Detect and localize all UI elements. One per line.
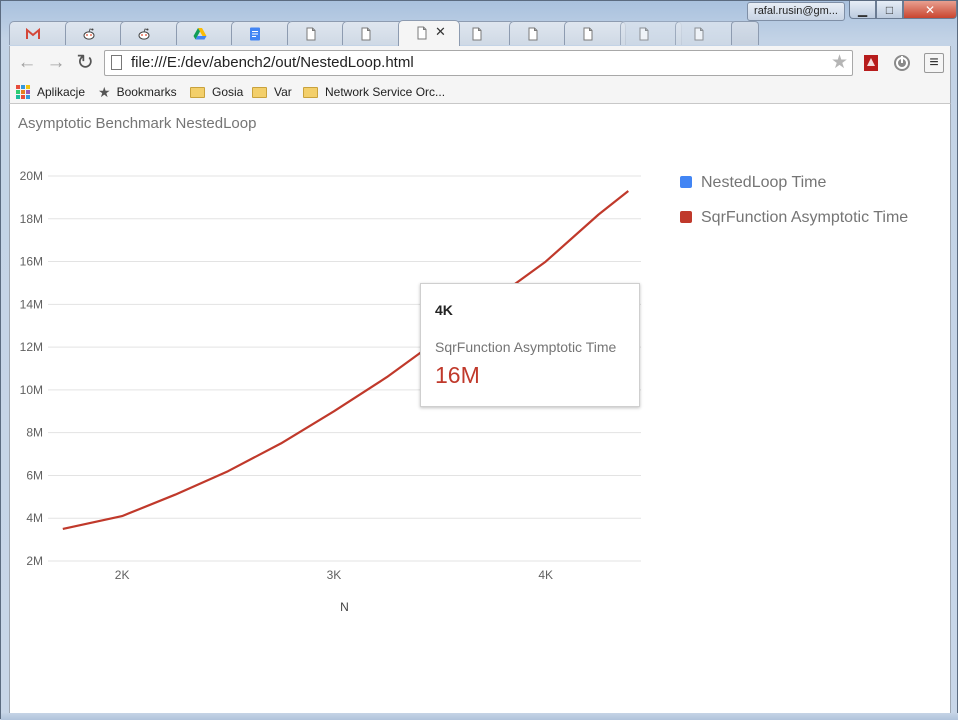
legend-label: SqrFunction Asymptotic Time bbox=[701, 209, 909, 226]
tab-strip: ✕ bbox=[9, 20, 809, 46]
x-tick-label: 4K bbox=[538, 568, 553, 582]
bookmark-label: Gosia bbox=[212, 85, 244, 99]
y-tick-label: 14M bbox=[20, 297, 43, 311]
profile-button[interactable]: rafal.rusin@gm... bbox=[747, 2, 845, 21]
browser-tab[interactable] bbox=[120, 21, 182, 45]
page-icon bbox=[111, 55, 122, 70]
browser-tab[interactable] bbox=[176, 21, 238, 45]
bookmark-folder[interactable]: Var bbox=[252, 83, 292, 101]
x-axis-title: N bbox=[340, 600, 349, 614]
page-icon bbox=[306, 27, 316, 41]
browser-tab[interactable] bbox=[342, 21, 404, 45]
tooltip-header: 4K bbox=[435, 302, 453, 318]
page-icon bbox=[528, 27, 538, 41]
chart-tooltip: 4K SqrFunction Asymptotic Time 16M bbox=[420, 283, 640, 407]
window-controls: ▁ □ ✕ bbox=[849, 1, 957, 20]
reload-button[interactable]: ↻ bbox=[74, 52, 96, 74]
legend-swatch bbox=[680, 211, 692, 223]
maximize-button[interactable]: □ bbox=[876, 1, 903, 19]
bookmarks-star-icon: ★ bbox=[98, 84, 111, 100]
reddit-icon bbox=[138, 28, 150, 40]
page-icon bbox=[583, 27, 593, 41]
y-tick-label: 2M bbox=[26, 554, 43, 568]
folder-icon bbox=[252, 86, 267, 98]
y-tick-label: 20M bbox=[20, 169, 43, 183]
bookmarks-bar: Aplikacje ★ Bookmarks Gosia Var Network … bbox=[9, 80, 951, 104]
minimize-button[interactable]: ▁ bbox=[849, 1, 876, 19]
power-extension-icon[interactable] bbox=[892, 53, 912, 73]
browser-window: rafal.rusin@gm... ▁ □ ✕ ✕ ← → ↻ file:///… bbox=[0, 0, 958, 720]
tab-active[interactable]: ✕ bbox=[398, 20, 460, 46]
browser-tab[interactable] bbox=[65, 21, 127, 45]
bookmark-label: Bookmarks bbox=[116, 85, 177, 99]
y-tick-label: 18M bbox=[20, 212, 43, 226]
x-tick-label: 3K bbox=[327, 568, 342, 582]
tooltip-value: 16M bbox=[435, 362, 480, 388]
folder-icon bbox=[303, 86, 318, 98]
bookmark-apps-label: Aplikacje bbox=[37, 85, 86, 99]
legend-label: NestedLoop Time bbox=[701, 174, 827, 191]
bookmark-label: Var bbox=[274, 85, 292, 99]
apps-grid-icon bbox=[16, 85, 30, 99]
page-icon bbox=[694, 27, 704, 41]
bookmark-item[interactable]: ★ Bookmarks bbox=[98, 83, 177, 101]
browser-tab[interactable] bbox=[620, 21, 682, 45]
y-tick-label: 10M bbox=[20, 383, 43, 397]
page-icon bbox=[361, 27, 371, 41]
browser-tab[interactable] bbox=[453, 21, 515, 45]
tooltip-series-label: SqrFunction Asymptotic Time bbox=[435, 339, 617, 355]
reddit-icon bbox=[83, 28, 95, 40]
browser-tab[interactable] bbox=[287, 21, 349, 45]
y-tick-label: 8M bbox=[26, 426, 43, 440]
line-chart: 2M 4M 6M 8M 10M 12M 14M 16M 18M 20M 2K 3K 4K N bbox=[20, 169, 641, 614]
forward-button[interactable]: → bbox=[45, 52, 67, 74]
pdf-extension-icon[interactable] bbox=[861, 53, 881, 73]
y-tick-label: 4M bbox=[26, 511, 43, 525]
y-tick-label: 6M bbox=[26, 468, 43, 482]
menu-icon[interactable]: ≡ bbox=[924, 53, 944, 73]
docs-icon bbox=[250, 27, 260, 41]
url-text[interactable]: file:///E:/dev/abench2/out/NestedLoop.ht… bbox=[131, 54, 414, 71]
page-icon bbox=[472, 27, 482, 41]
browser-tab[interactable] bbox=[231, 21, 293, 45]
toolbar: ← → ↻ file:///E:/dev/abench2/out/NestedL… bbox=[9, 46, 951, 80]
back-button[interactable]: ← bbox=[16, 52, 38, 74]
close-tab-icon[interactable]: ✕ bbox=[435, 24, 446, 40]
address-bar[interactable]: file:///E:/dev/abench2/out/NestedLoop.ht… bbox=[104, 50, 853, 76]
x-tick-label: 2K bbox=[115, 568, 130, 582]
gmail-icon bbox=[26, 27, 40, 39]
bookmark-folder[interactable]: Network Service Orc... bbox=[303, 83, 445, 101]
y-tick-label: 16M bbox=[20, 255, 43, 269]
bookmark-label: Network Service Orc... bbox=[325, 85, 446, 99]
drive-icon bbox=[193, 28, 207, 40]
browser-tab[interactable] bbox=[675, 21, 737, 45]
page-icon bbox=[639, 27, 649, 41]
browser-tab[interactable] bbox=[509, 21, 571, 45]
y-tick-label: 12M bbox=[20, 340, 43, 354]
page-content: Asymptotic Benchmark NestedLoop 2M 4M 6M 8M… bbox=[9, 104, 951, 713]
page-icon bbox=[417, 26, 427, 40]
folder-icon bbox=[190, 86, 205, 98]
new-tab-button[interactable] bbox=[731, 21, 759, 45]
bookmark-folder[interactable]: Gosia bbox=[190, 83, 243, 101]
browser-tab[interactable] bbox=[564, 21, 626, 45]
bookmark-star-icon[interactable]: ★ bbox=[831, 52, 848, 74]
bookmark-apps[interactable]: Aplikacje bbox=[16, 83, 85, 101]
browser-tab[interactable] bbox=[9, 21, 71, 45]
close-window-button[interactable]: ✕ bbox=[903, 1, 957, 19]
legend-swatch bbox=[680, 176, 692, 188]
